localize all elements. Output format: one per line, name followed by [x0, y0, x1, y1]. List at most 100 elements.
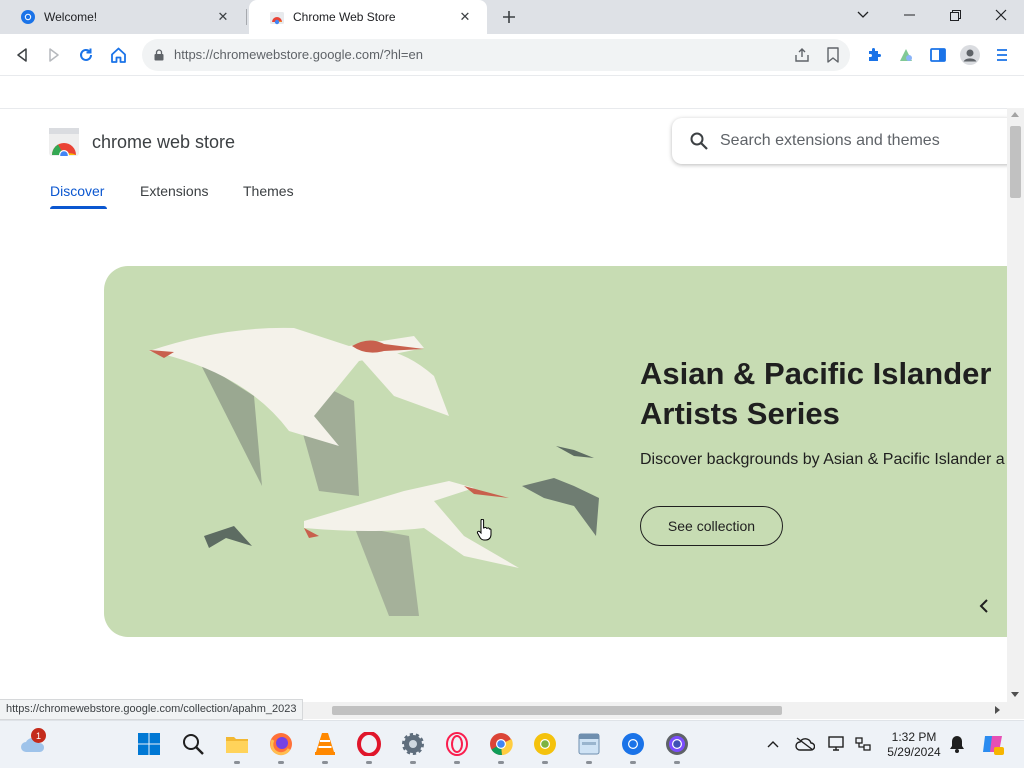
reload-icon	[80, 48, 92, 61]
network-icon	[855, 737, 871, 751]
hero-description: Discover backgrounds by Asian & Pacific …	[640, 451, 1005, 468]
opera-gx-button[interactable]	[444, 731, 470, 757]
folder-icon	[226, 737, 248, 753]
status-bar-url: https://chromewebstore.google.com/collec…	[0, 699, 304, 720]
hero-title-line: Asian & Pacific Islander	[640, 356, 992, 391]
close-tab-icon[interactable]: ✕	[457, 9, 473, 25]
restore-icon	[949, 9, 961, 21]
chrome-icon	[490, 733, 513, 756]
running-indicator	[498, 761, 504, 764]
opera-button[interactable]	[356, 731, 382, 757]
back-button[interactable]	[9, 42, 35, 68]
taskbar-search-button[interactable]	[180, 731, 206, 757]
home-button[interactable]	[105, 42, 131, 68]
scroll-down-arrow-icon[interactable]	[1011, 692, 1019, 697]
forward-button[interactable]	[41, 42, 67, 68]
new-tab-button[interactable]	[496, 5, 522, 29]
minimize-button[interactable]	[886, 0, 932, 30]
chevron-down-icon	[857, 11, 869, 18]
chrome-shield-icon	[21, 10, 35, 24]
chrome-canary-button[interactable]	[532, 731, 558, 757]
chrome-dev-button[interactable]	[664, 731, 690, 757]
restore-button[interactable]	[932, 0, 978, 30]
notifications-button[interactable]	[944, 731, 970, 757]
search-icon	[183, 734, 204, 755]
profile-button[interactable]	[957, 42, 983, 68]
home-icon	[110, 47, 126, 63]
profile-avatar-icon	[960, 45, 980, 65]
tab-title: Chrome Web Store	[293, 10, 396, 24]
chrome-menu-button[interactable]	[989, 42, 1015, 68]
copilot-button[interactable]	[980, 731, 1006, 757]
running-indicator	[366, 761, 372, 764]
tab-welcome[interactable]: Welcome! ✕	[0, 0, 245, 34]
running-indicator	[454, 761, 460, 764]
firefox-button[interactable]	[268, 731, 294, 757]
chrome-beta-button[interactable]	[620, 731, 646, 757]
vertical-scrollbar[interactable]	[1007, 108, 1024, 702]
share-icon[interactable]	[794, 47, 810, 63]
running-indicator	[234, 761, 240, 764]
start-button[interactable]	[136, 731, 162, 757]
side-panel-button[interactable]	[925, 42, 951, 68]
file-explorer-button[interactable]	[224, 731, 250, 757]
tab-chrome-web-store[interactable]: Chrome Web Store ✕	[249, 0, 487, 34]
chevron-left-icon	[979, 599, 988, 613]
tab-title: Welcome!	[44, 10, 98, 24]
plus-icon	[503, 11, 515, 23]
search-icon	[690, 132, 708, 150]
running-indicator	[586, 761, 592, 764]
minimize-icon	[903, 14, 915, 16]
show-hidden-icons-button[interactable]	[760, 731, 786, 757]
hero-banner[interactable]: Asian & Pacific Islander Artists Series …	[104, 266, 1007, 637]
vertical-scroll-thumb[interactable]	[1010, 126, 1021, 198]
hero-title-line: Artists Series	[640, 396, 840, 431]
scroll-up-arrow-icon[interactable]	[1011, 112, 1019, 117]
url-text[interactable]: https://chromewebstore.google.com/?hl=en	[174, 47, 423, 62]
gear-icon	[402, 733, 424, 755]
display-button[interactable]	[824, 731, 850, 757]
see-collection-button[interactable]: See collection	[640, 506, 783, 546]
chrome-button[interactable]	[488, 731, 514, 757]
scroll-right-arrow-icon[interactable]	[995, 706, 1000, 714]
running-indicator	[278, 761, 284, 764]
extension-icon	[900, 49, 912, 61]
hand-cursor-icon	[476, 519, 492, 541]
forward-arrow-icon	[49, 48, 59, 62]
tab-extensions[interactable]: Extensions	[140, 183, 208, 199]
bell-icon	[950, 736, 964, 753]
carousel-prev-button[interactable]	[972, 594, 996, 618]
close-tab-icon[interactable]: ✕	[215, 9, 231, 25]
store-name[interactable]: chrome web store	[92, 132, 235, 153]
horizontal-scroll-thumb[interactable]	[332, 706, 782, 715]
tab-themes[interactable]: Themes	[243, 183, 294, 199]
extension-button[interactable]	[893, 42, 919, 68]
reload-button[interactable]	[73, 42, 99, 68]
bookmark-icon[interactable]	[827, 47, 839, 63]
tab-discover[interactable]: Discover	[50, 183, 104, 199]
chrome-web-store-logo[interactable]	[49, 128, 79, 156]
chrome-dev-icon	[666, 733, 688, 755]
chrome-canary-icon	[534, 733, 556, 755]
taskbar-clock[interactable]: 1:32 PM 5/29/2024	[880, 730, 948, 760]
puzzle-piece-icon	[869, 48, 881, 61]
menu-icon	[997, 49, 1007, 61]
app-window-button[interactable]	[576, 731, 602, 757]
search-input[interactable]: Search extensions and themes	[672, 118, 1007, 164]
close-window-button[interactable]	[978, 0, 1024, 30]
running-indicator	[630, 761, 636, 764]
extensions-button[interactable]	[861, 42, 887, 68]
network-button[interactable]	[850, 731, 876, 757]
clock-date: 5/29/2024	[887, 745, 941, 759]
side-panel-icon	[930, 48, 946, 62]
address-bar[interactable]: https://chromewebstore.google.com/?hl=en	[142, 39, 850, 71]
running-indicator	[674, 761, 680, 764]
chrome-beta-icon	[622, 733, 644, 755]
vlc-button[interactable]	[312, 731, 338, 757]
lock-icon[interactable]	[154, 49, 164, 61]
settings-button[interactable]	[400, 731, 426, 757]
running-indicator	[542, 761, 548, 764]
cloud-off-icon	[795, 737, 815, 751]
tab-search-button[interactable]	[840, 0, 886, 30]
onedrive-button[interactable]	[792, 731, 818, 757]
